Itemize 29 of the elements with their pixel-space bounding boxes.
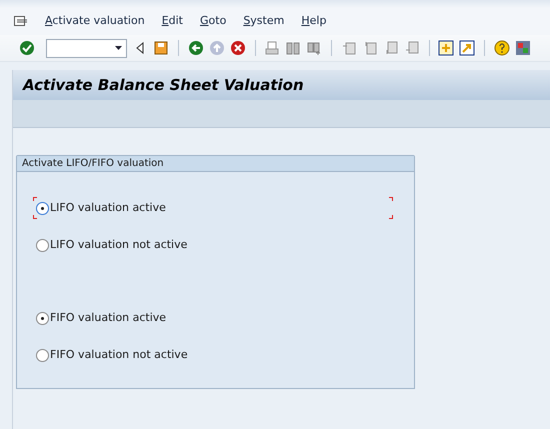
menu-item[interactable]: System <box>243 13 284 30</box>
first-page-icon[interactable] <box>340 40 357 56</box>
dropdown-caret-icon[interactable] <box>115 46 122 50</box>
help-icon[interactable] <box>494 40 510 56</box>
cancel-icon[interactable] <box>230 40 246 56</box>
menu-item[interactable]: Help <box>301 13 326 30</box>
shortcut-icon[interactable] <box>459 40 476 56</box>
radio-button[interactable] <box>36 312 49 324</box>
radio-button[interactable] <box>36 238 49 252</box>
menu-item[interactable]: Edit <box>162 13 183 30</box>
radio-label: FIFO valuation active <box>50 310 166 326</box>
radio-label: LIFO valuation not active <box>50 236 188 253</box>
customize-layout-icon[interactable] <box>514 40 531 56</box>
new-session-icon[interactable] <box>438 40 454 56</box>
group-box-title: Activate LIFO/FIFO valuation <box>22 157 164 171</box>
radio-button[interactable] <box>36 348 49 362</box>
command-field[interactable] <box>46 38 128 58</box>
print-icon[interactable] <box>264 40 280 56</box>
menu-item[interactable]: Goto <box>200 13 226 30</box>
menu-item[interactable]: Activate valuation <box>45 13 145 30</box>
save-icon[interactable] <box>153 40 170 56</box>
radio-label: FIFO valuation not active <box>50 346 188 363</box>
back-icon[interactable] <box>188 40 204 56</box>
radio-button[interactable] <box>36 202 49 214</box>
radio-label: LIFO valuation active <box>50 200 166 216</box>
menu-icon[interactable] <box>14 16 28 28</box>
last-page-icon[interactable] <box>404 40 420 56</box>
window-title: Activate Balance Sheet Valuation <box>23 74 304 96</box>
check-icon[interactable] <box>19 40 35 56</box>
